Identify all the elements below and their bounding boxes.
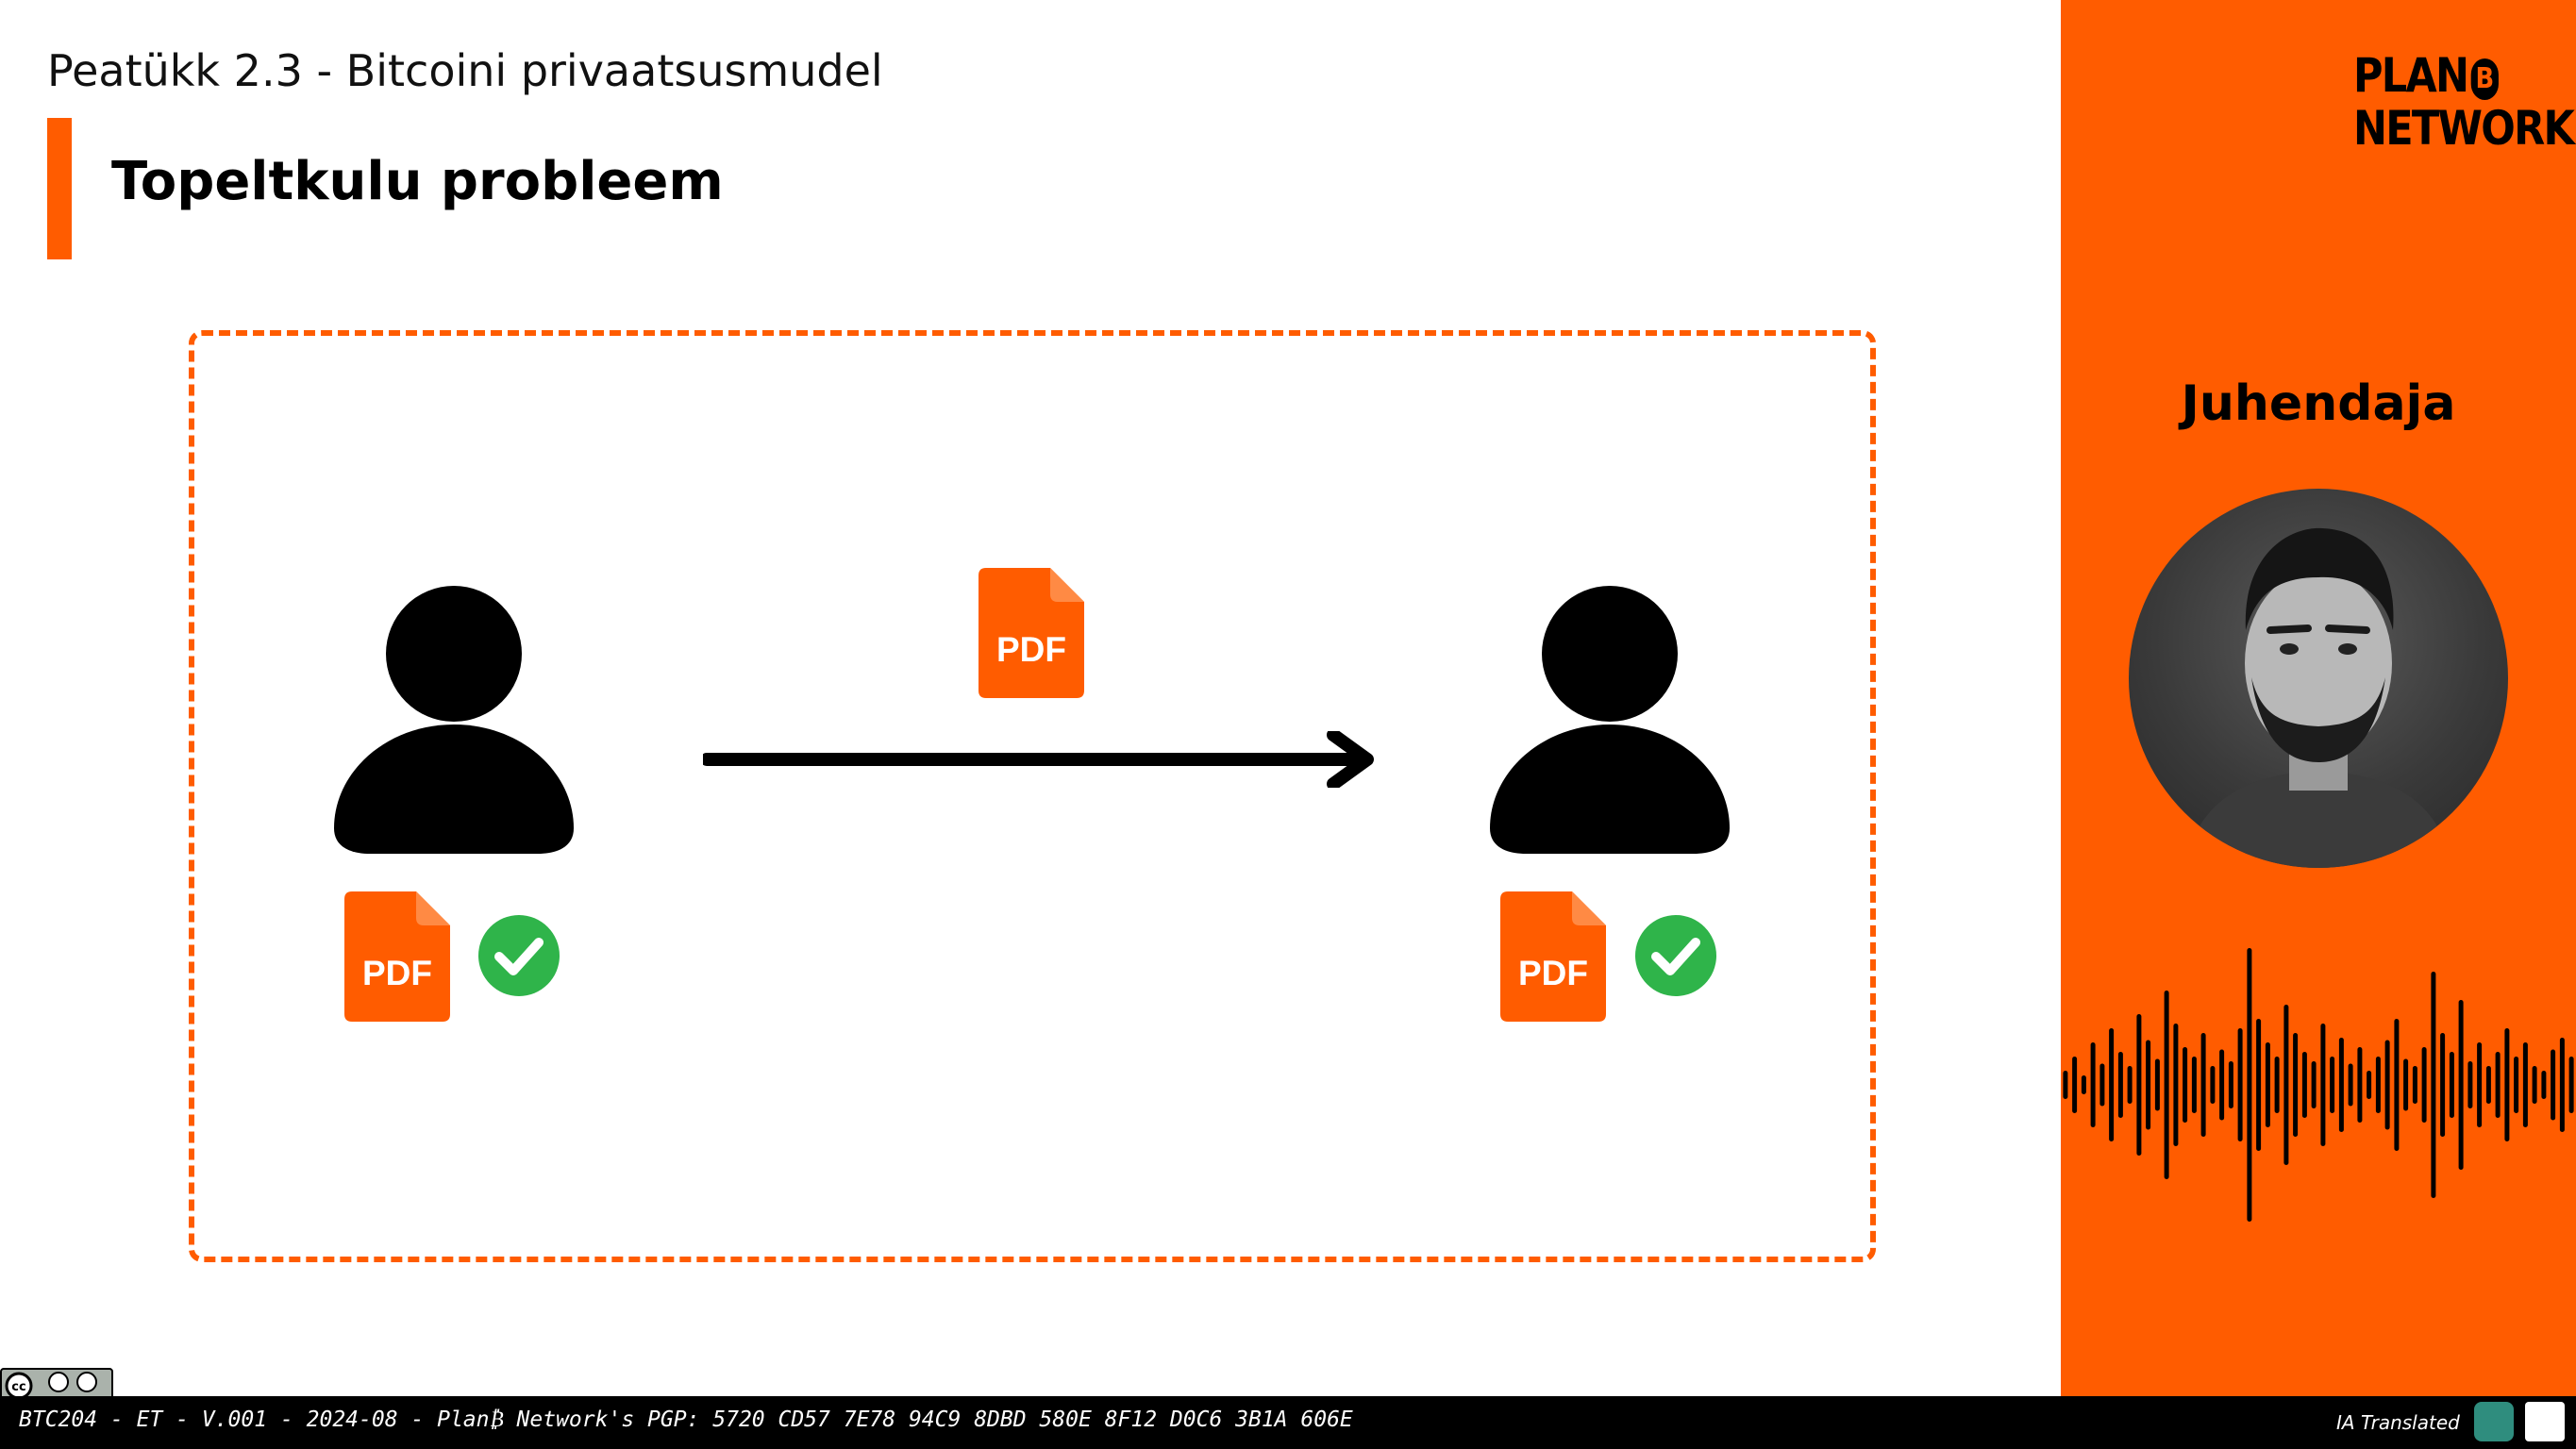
waveform-bar — [2403, 1058, 2409, 1111]
waveform-bar — [2136, 1014, 2142, 1156]
logo-line1: PLAN — [2353, 48, 2469, 103]
waveform-bar — [2532, 1066, 2537, 1104]
transfer-pdf-label: PDF — [996, 630, 1066, 669]
instructor-label: Juhendaja — [2181, 375, 2456, 432]
sender-checkmark-icon — [478, 915, 560, 996]
waveform-bar — [2219, 1049, 2225, 1121]
right-arrow-icon — [703, 731, 1374, 788]
waveform-bar — [2375, 1057, 2381, 1113]
sender-user-icon — [334, 586, 574, 854]
waveform-bar — [2330, 1057, 2335, 1113]
bitcoin-coin-icon: B — [2470, 58, 2499, 100]
waveform-bar — [2367, 1071, 2372, 1099]
title-accent-bar — [47, 118, 72, 259]
waveform-bar — [2099, 1063, 2105, 1107]
partner-logo-icon — [2525, 1402, 2565, 1441]
waveform-bar — [2183, 1047, 2188, 1123]
waveform-bar — [2293, 1033, 2299, 1137]
waveform-bar — [2412, 1066, 2417, 1104]
planb-network-logo: PLAN B NETWORK — [2353, 48, 2575, 156]
waveform-bar — [2559, 1038, 2565, 1132]
sender-pdf-icon: PDF — [344, 891, 450, 1022]
waveform-bar — [2541, 1071, 2547, 1099]
waveform-bar — [2504, 1028, 2510, 1141]
waveform-bar — [2320, 1024, 2326, 1146]
waveform-bar — [2200, 1033, 2206, 1137]
waveform-bar — [2191, 1057, 2197, 1113]
waveform-bar — [2301, 1052, 2307, 1118]
slide-title: Topeltkulu probleem — [111, 151, 724, 212]
footer-version-text: BTC204 - ET - V.001 - 2024-08 - Plan₿ Ne… — [19, 1407, 1353, 1432]
waveform-bar — [2117, 1052, 2123, 1118]
waveform-bar — [2522, 1042, 2528, 1127]
waveform-bar — [2081, 1075, 2086, 1094]
waveform-bar — [2274, 1057, 2280, 1113]
waveform-bar — [2164, 991, 2169, 1179]
audio-waveform-icon — [2063, 948, 2574, 1222]
waveform-bar — [2311, 1061, 2317, 1108]
waveform-bar — [2210, 1066, 2216, 1104]
waveform-bar — [2237, 1028, 2243, 1141]
waveform-bar — [2173, 1024, 2179, 1146]
waveform-bar — [2063, 1071, 2068, 1099]
waveform-bar — [2127, 1066, 2133, 1104]
waveform-bar — [2283, 1005, 2289, 1165]
waveform-bar — [2421, 1047, 2427, 1123]
ai-translator-icon — [2474, 1402, 2514, 1441]
waveform-bar — [2146, 1040, 2151, 1130]
waveform-bar — [2568, 1057, 2574, 1113]
transfer-pdf-icon: PDF — [979, 568, 1084, 698]
waveform-bar — [2384, 1040, 2390, 1130]
waveform-bar — [2228, 1061, 2233, 1108]
waveform-bar — [2458, 1000, 2464, 1170]
svg-text:cc: cc — [11, 1380, 25, 1394]
waveform-bar — [2090, 1042, 2096, 1127]
waveform-bar — [2394, 1019, 2400, 1151]
waveform-bar — [2495, 1052, 2501, 1118]
waveform-bar — [2485, 1066, 2491, 1104]
waveform-bar — [2440, 1033, 2446, 1137]
logo-line2: NETWORK — [2353, 101, 2575, 156]
waveform-bar — [2431, 972, 2436, 1198]
waveform-bar — [2247, 948, 2252, 1222]
waveform-bar — [2256, 1019, 2262, 1151]
waveform-bar — [2154, 1058, 2160, 1111]
waveform-bar — [2514, 1057, 2519, 1113]
waveform-bar — [2449, 1052, 2454, 1118]
receiver-pdf-icon: PDF — [1500, 891, 1606, 1022]
receiver-pdf-label: PDF — [1518, 954, 1588, 992]
receiver-user-icon — [1490, 586, 1730, 854]
waveform-bar — [2072, 1057, 2078, 1113]
receiver-checkmark-icon — [1635, 915, 1716, 996]
sender-pdf-label: PDF — [362, 954, 432, 992]
waveform-bar — [2348, 1063, 2353, 1107]
waveform-bar — [2265, 1042, 2270, 1127]
waveform-bar — [2357, 1047, 2363, 1123]
person-portrait-icon — [2185, 527, 2451, 868]
instructor-avatar — [2129, 489, 2508, 868]
waveform-bar — [2477, 1042, 2483, 1127]
waveform-bar — [2467, 1061, 2473, 1108]
waveform-bar — [2338, 1038, 2344, 1132]
chapter-title: Peatükk 2.3 - Bitcoini privaatsusmudel — [47, 45, 883, 96]
ia-translated-label: IA Translated — [2336, 1411, 2460, 1434]
waveform-bar — [2551, 1049, 2556, 1121]
waveform-bar — [2109, 1028, 2115, 1141]
